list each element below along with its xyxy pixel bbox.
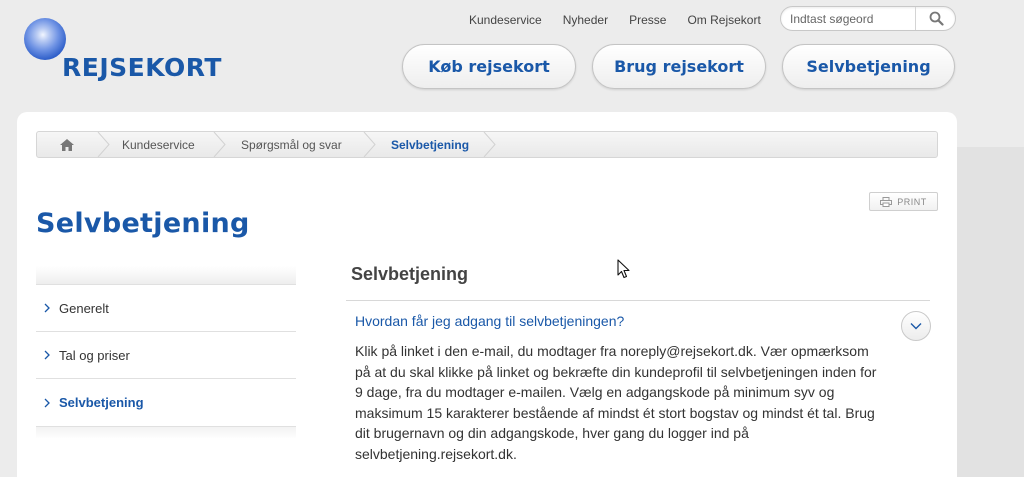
section-divider [346,300,930,301]
chevron-right-icon [44,398,50,407]
sidebar-item-tal-og-priser[interactable]: Tal og priser [36,332,296,379]
search-icon [929,11,944,26]
top-link-nyheder[interactable]: Nyheder [563,13,608,27]
print-label: PRINT [897,196,927,207]
logo-text: REJSEKORT [62,53,222,82]
breadcrumb-separator-icon [483,132,496,157]
top-link-kundeservice[interactable]: Kundeservice [469,13,542,27]
nav-brug-rejsekort-button[interactable]: Brug rejsekort [592,44,766,89]
breadcrumb-kundeservice[interactable]: Kundeservice [122,138,195,152]
sidebar-item-label: Tal og priser [59,347,130,363]
faq-answer-line: 9 dage, fra du modtager e-mailen. Vælg e… [355,384,835,400]
top-link-om-rejsekort[interactable]: Om Rejsekort [687,13,760,27]
sidebar-top-edge [36,266,296,285]
search-box [780,6,956,31]
sidebar-bottom-edge [36,427,296,439]
background-strip [957,147,1024,477]
printer-icon [880,196,893,207]
faq-answer-line: Klik på linket i den e-mail, du modtager… [355,343,869,359]
faq-question-link[interactable]: Hvordan får jeg adgang til selvbetjening… [355,313,624,329]
sidebar-item-generelt[interactable]: Generelt [36,285,296,332]
chevron-down-icon [910,323,922,330]
faq-answer: Klik på linket i den e-mail, du modtager… [355,341,885,464]
breadcrumb-current: Selvbetjening [391,138,470,152]
print-button[interactable]: PRINT [869,192,938,211]
sidebar-item-selvbetjening[interactable]: Selvbetjening [36,379,296,427]
nav-koeb-rejsekort-button[interactable]: Køb rejsekort [402,44,576,89]
faq-answer-line: selvbetjening.rejsekort.dk. [355,445,517,462]
sidebar-item-label: Selvbetjening [59,395,144,410]
sidebar-item-label: Generelt [59,300,109,316]
breadcrumb-separator-icon [97,132,110,157]
rejsekort-logo[interactable]: REJSEKORT [24,16,254,86]
nav-selvbetjening-button[interactable]: Selvbetjening [782,44,955,89]
mouse-cursor-icon [617,259,630,279]
section-title: Selvbetjening [351,264,469,284]
breadcrumb-spoergsmaal-og-svar[interactable]: Spørgsmål og svar [241,138,342,152]
search-input[interactable] [790,11,912,27]
breadcrumb: Kundeservice Spørgsmål og svar Selvbetje… [36,131,938,158]
faq-answer-line: dit brugernavn og din adgangskode, hver … [355,425,749,441]
top-link-presse[interactable]: Presse [629,13,666,27]
breadcrumb-separator-icon [213,132,226,157]
search-button[interactable] [916,7,956,30]
chevron-right-icon [44,303,50,313]
page-title: Selvbetjening [36,208,250,239]
faq-answer-line: på at du skal klikke på linket og bekræf… [355,363,877,380]
chevron-right-icon [44,350,50,360]
home-icon[interactable] [59,138,75,152]
faq-expand-button[interactable] [901,311,931,341]
sidebar: Generelt Tal og priser Selvbetjening [36,266,296,439]
breadcrumb-separator-icon [363,132,376,157]
faq-answer-line: maksimum 15 karakterer bestående af mind… [355,404,875,421]
top-navigation: Kundeservice Nyheder Presse Om Rejsekort [469,13,761,27]
logo-ball-icon [24,18,66,60]
